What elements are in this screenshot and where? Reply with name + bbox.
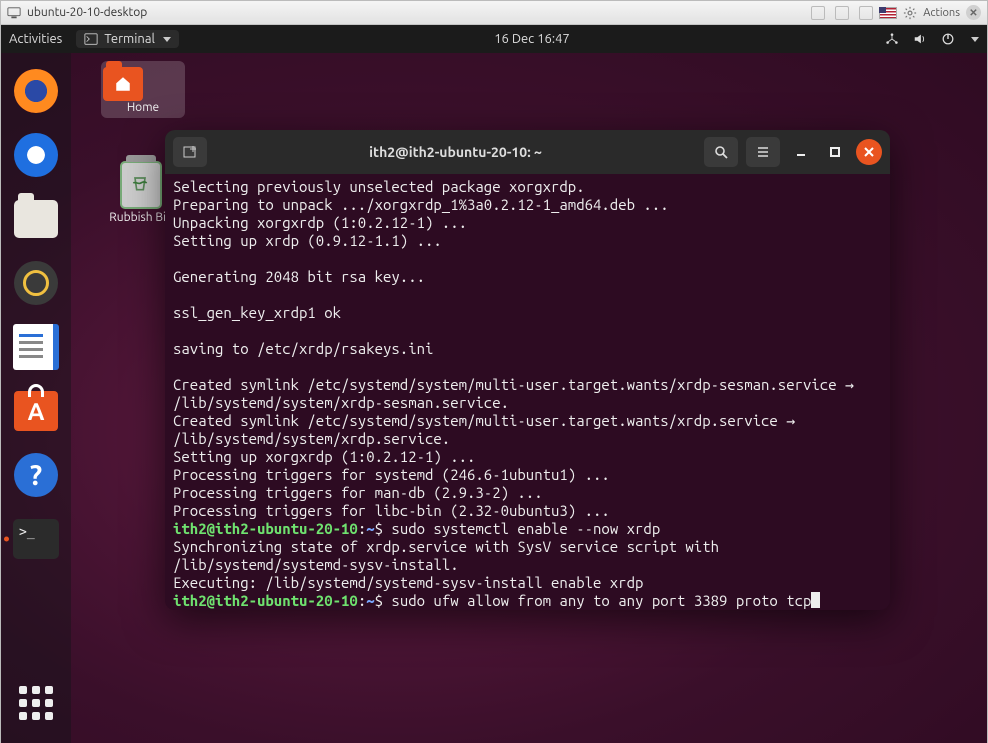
search-icon: [713, 144, 729, 160]
terminal-titlebar[interactable]: ith2@ith2-ubuntu-20-10: ~: [165, 130, 890, 174]
host-view-button-3[interactable]: [859, 6, 873, 20]
trash-icon: [120, 161, 162, 209]
volume-icon: [913, 32, 927, 46]
libreoffice-writer-icon: [13, 324, 59, 370]
dock-files[interactable]: [10, 193, 62, 245]
activities-button[interactable]: Activities: [9, 32, 62, 46]
new-tab-button[interactable]: [173, 137, 207, 167]
host-view-button-2[interactable]: [835, 6, 849, 20]
terminal-small-icon: [84, 32, 98, 46]
us-flag-icon[interactable]: [879, 7, 897, 19]
terminal-title: ith2@ith2-ubuntu-20-10: ~: [215, 144, 696, 160]
app-menu[interactable]: Terminal: [76, 30, 179, 48]
files-icon: [14, 200, 58, 238]
desktop-home-label: Home: [103, 101, 183, 114]
terminal-output[interactable]: Selecting previously unselected package …: [165, 174, 890, 610]
terminal-window[interactable]: ith2@ith2-ubuntu-20-10: ~ Selecting prev…: [165, 130, 890, 610]
dock-firefox[interactable]: [10, 65, 62, 117]
minimize-button[interactable]: [788, 139, 814, 165]
new-tab-icon: [182, 144, 198, 160]
dock-software[interactable]: [10, 385, 62, 437]
actions-button[interactable]: Actions: [923, 7, 960, 19]
host-close-button[interactable]: ✕: [966, 5, 981, 20]
dock-terminal[interactable]: [10, 513, 62, 565]
system-status-area[interactable]: [885, 32, 979, 46]
network-icon: [885, 32, 899, 46]
clock[interactable]: 16 Dec 16:47: [179, 32, 885, 46]
gear-icon[interactable]: [903, 6, 917, 20]
dock-help[interactable]: ?: [10, 449, 62, 501]
host-title: ubuntu-20-10-desktop: [27, 6, 147, 19]
chevron-down-icon: [163, 37, 171, 42]
vm-window: ubuntu-20-10-desktop Actions ✕ Activitie…: [0, 0, 988, 743]
maximize-button[interactable]: [822, 139, 848, 165]
close-button[interactable]: [856, 139, 882, 165]
hamburger-menu-button[interactable]: [746, 137, 780, 167]
hamburger-icon: [755, 144, 771, 160]
dock-rhythmbox[interactable]: [10, 257, 62, 309]
host-controls: Actions ✕: [807, 5, 981, 20]
host-titlebar[interactable]: ubuntu-20-10-desktop Actions ✕: [1, 1, 987, 25]
firefox-icon: [14, 69, 58, 113]
app-menu-label: Terminal: [104, 32, 155, 46]
dock: ?: [1, 53, 71, 743]
vm-monitor-icon: [7, 6, 21, 20]
desktop-home-icon[interactable]: Home: [101, 61, 185, 118]
dock-libreoffice-writer[interactable]: [10, 321, 62, 373]
show-applications-button[interactable]: [16, 683, 56, 723]
chevron-down-icon: [971, 37, 979, 42]
host-view-button-1[interactable]: [811, 6, 825, 20]
home-folder-icon: [103, 67, 143, 101]
search-button[interactable]: [704, 137, 738, 167]
ubuntu-software-icon: [14, 391, 58, 431]
dock-thunderbird[interactable]: [10, 129, 62, 181]
desktop[interactable]: ? Home Rubbish Bin: [1, 53, 987, 743]
thunderbird-icon: [14, 133, 58, 177]
rhythmbox-icon: [14, 261, 58, 305]
terminal-icon: [13, 519, 59, 559]
help-icon: ?: [14, 453, 58, 497]
power-icon: [941, 32, 955, 46]
gnome-topbar: Activities Terminal 16 Dec 16:47: [1, 25, 987, 53]
